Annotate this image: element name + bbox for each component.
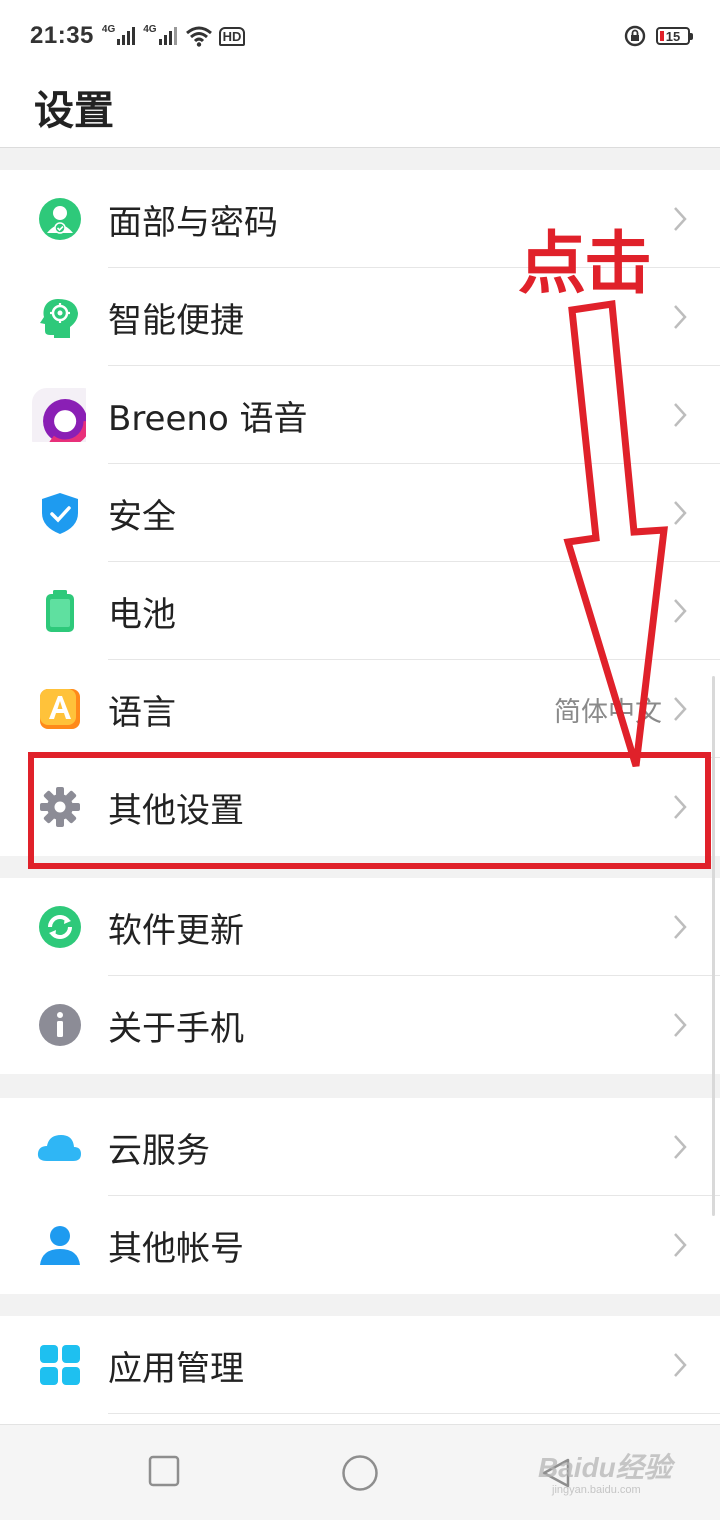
settings-item-label: 应用管理 — [108, 1348, 244, 1389]
settings-item-label: 智能便捷 — [108, 300, 244, 341]
face-lock-icon — [39, 198, 81, 240]
chevron-right-icon — [674, 207, 687, 231]
settings-item-label: 电池 — [108, 594, 176, 635]
annotation-label: 点击 — [518, 225, 652, 304]
section-gap — [0, 1294, 720, 1316]
settings-item-label: 其他帐号 — [108, 1228, 244, 1269]
settings-item-label: 面部与密码 — [108, 202, 278, 243]
settings-item-label: 语言 — [108, 692, 176, 733]
smart-head-icon — [40, 299, 78, 338]
chevron-right-icon — [674, 1013, 687, 1037]
wifi-icon — [185, 26, 212, 47]
chevron-right-icon — [674, 501, 687, 525]
row-divider — [108, 1413, 720, 1414]
chevron-right-icon — [674, 1233, 687, 1257]
home-button[interactable] — [341, 1454, 379, 1492]
status-bar: 21:35 4G 4G HD 15 — [0, 0, 720, 72]
person-icon — [40, 1226, 80, 1265]
chevron-right-icon — [674, 305, 687, 329]
cellular-signal-icon: 4G — [102, 24, 136, 45]
settings-item-label: Breeno 语音 — [108, 398, 308, 439]
settings-item-label: 关于手机 — [108, 1008, 244, 1049]
cloud-icon — [37, 1135, 81, 1161]
breeno-icon — [32, 388, 86, 442]
shield-icon — [42, 493, 78, 534]
page-title: 设置 — [34, 88, 114, 134]
update-icon — [39, 906, 81, 948]
chevron-right-icon — [674, 915, 687, 939]
hd-voice-icon: HD — [218, 26, 246, 46]
battery-icon — [46, 590, 74, 632]
chevron-right-icon — [674, 1353, 687, 1377]
scroll-indicator — [712, 676, 715, 1216]
battery-icon: 15 — [656, 27, 693, 45]
settings-item-cloud-service[interactable]: 云服务 — [0, 1098, 720, 1196]
settings-item-software-update[interactable]: 软件更新 — [0, 878, 720, 976]
chevron-right-icon — [674, 403, 687, 427]
settings-item-about-phone[interactable]: 关于手机 — [0, 976, 720, 1074]
status-time: 21:35 — [30, 22, 94, 49]
watermark: Baidu经验 jingyan.baidu.com — [538, 1452, 672, 1496]
chevron-right-icon — [674, 697, 687, 721]
language-icon — [40, 689, 80, 729]
settings-item-label: 安全 — [108, 496, 176, 537]
rotation-lock-icon — [624, 25, 646, 47]
settings-item-other-accounts[interactable]: 其他帐号 — [0, 1196, 720, 1294]
settings-item-label: 云服务 — [108, 1130, 210, 1171]
chevron-right-icon — [674, 599, 687, 623]
section-gap — [0, 1074, 720, 1098]
info-icon — [39, 1004, 81, 1046]
annotation-arrow-icon — [563, 299, 668, 768]
cellular-signal-icon-2: 4G — [143, 24, 177, 45]
settings-item-app-management[interactable]: 应用管理 — [0, 1316, 720, 1414]
apps-grid-icon — [40, 1345, 80, 1385]
section-gap — [0, 148, 720, 170]
settings-item-label: 软件更新 — [108, 910, 244, 951]
chevron-right-icon — [674, 1135, 687, 1159]
recent-apps-button[interactable] — [148, 1455, 180, 1487]
